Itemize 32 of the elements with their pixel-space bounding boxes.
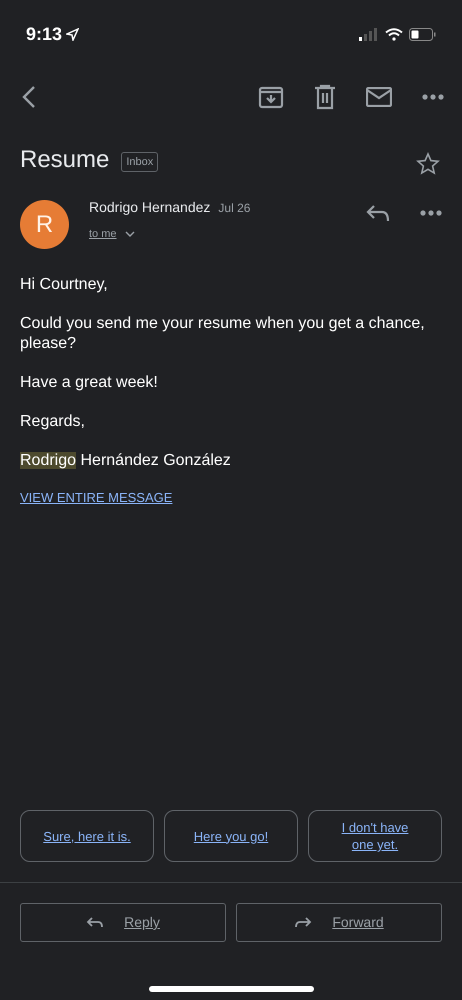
recipient-dropdown[interactable]: to me [89, 226, 250, 242]
signal-icon [359, 28, 379, 41]
star-button[interactable] [416, 152, 440, 176]
smart-reply-chip[interactable]: Sure, here it is. [20, 810, 154, 862]
battery-icon [409, 28, 436, 41]
location-arrow-icon [66, 28, 80, 41]
forward-icon [294, 916, 312, 930]
smart-reply-chip[interactable]: I don't have one yet. [308, 810, 442, 862]
sender-name: Rodrigo Hernandez [89, 198, 210, 217]
inbox-label: Inbox [121, 152, 158, 172]
mark-unread-button[interactable] [366, 87, 392, 107]
reply-icon [86, 916, 104, 930]
wifi-icon [385, 28, 403, 41]
more-options-button[interactable] [420, 210, 442, 216]
view-entire-message-link[interactable]: VIEW ENTIRE MESSAGE [20, 488, 172, 508]
smart-reply-chip[interactable]: Here you go! [164, 810, 298, 862]
forward-action-button[interactable]: Forward [236, 903, 442, 942]
sender-avatar: R [20, 200, 69, 249]
more-options-button[interactable] [422, 94, 444, 100]
archive-button[interactable] [258, 84, 284, 110]
status-time: 9:13 [26, 23, 62, 46]
message-date: Jul 26 [218, 200, 250, 217]
chevron-down-icon [124, 231, 135, 238]
message-paragraph: Regards, [20, 412, 86, 432]
reply-button[interactable] [366, 203, 390, 223]
message-paragraph: Hi Courtney, [20, 275, 109, 295]
subject-title: Resume [20, 145, 110, 175]
message-paragraph: Have a great week! [20, 373, 159, 393]
message-paragraph: Could you send me your resume when you get a chance, please? [20, 314, 426, 354]
delete-button[interactable] [314, 84, 336, 110]
reply-action-button[interactable]: Reply [20, 903, 226, 942]
signature-text: Rodrigo Hernández González [20, 451, 232, 471]
